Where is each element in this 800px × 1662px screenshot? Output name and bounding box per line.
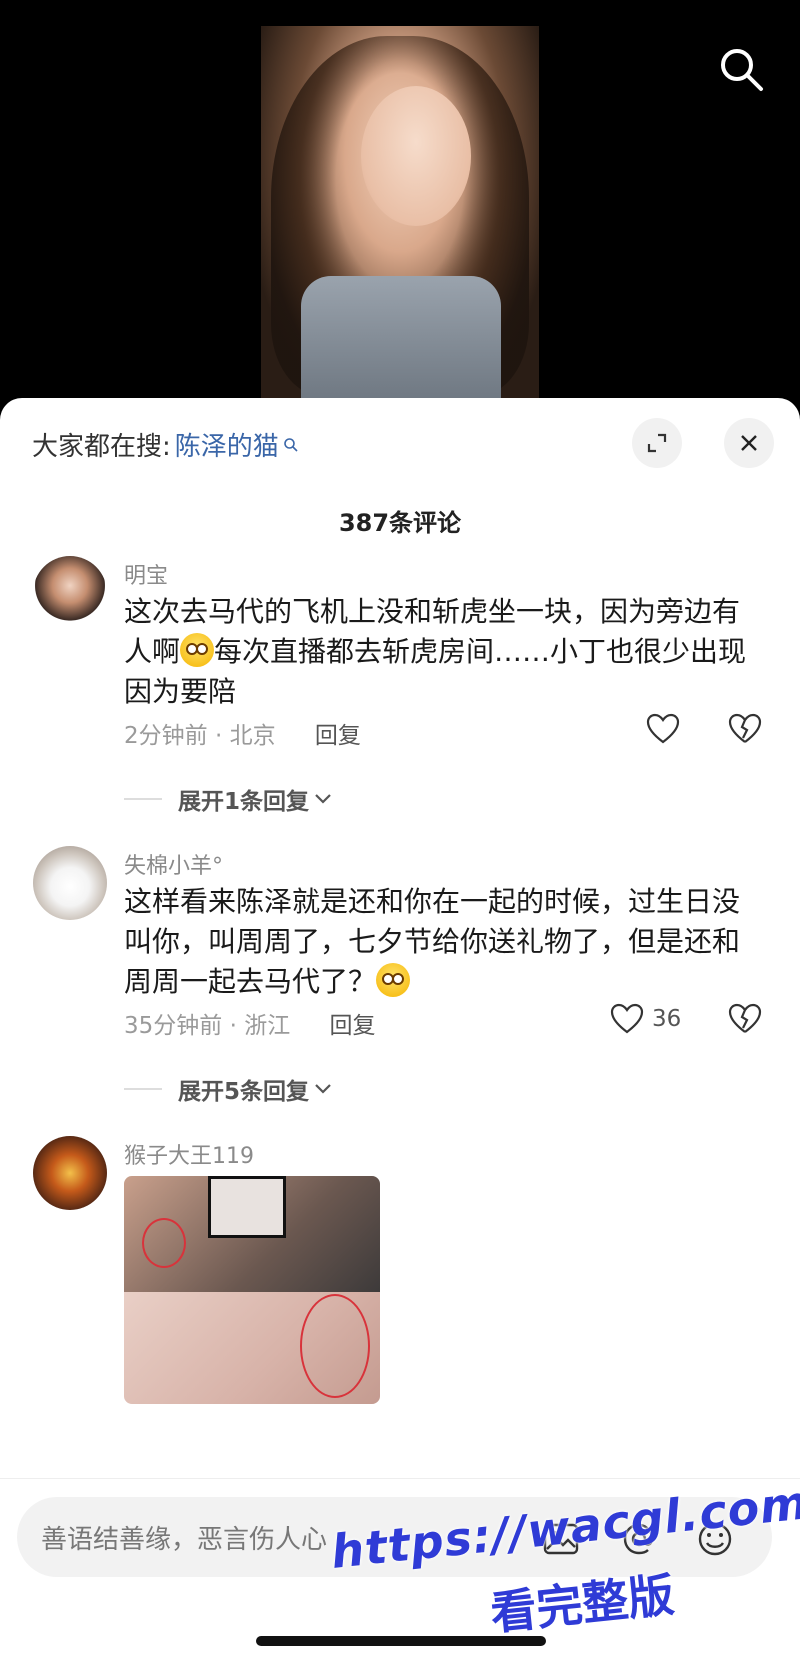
- divider-line: [124, 798, 162, 800]
- home-indicator[interactable]: [256, 1636, 546, 1646]
- reply-button[interactable]: 回复: [315, 723, 361, 749]
- expand-replies[interactable]: 展开1条回复: [124, 782, 333, 816]
- comment-username[interactable]: 明宝: [124, 558, 168, 590]
- like-count: 36: [652, 1006, 682, 1032]
- expand-replies-label: 展开1条回复: [178, 789, 310, 815]
- heart-icon[interactable]: [646, 713, 680, 745]
- search-icon[interactable]: [716, 44, 766, 94]
- comment-image-bottom: [124, 1292, 380, 1404]
- comment-time-location: 35分钟前 · 浙江: [124, 1013, 291, 1039]
- comment-username[interactable]: 猴子大王119: [124, 1138, 254, 1170]
- heart-icon[interactable]: [610, 1003, 644, 1035]
- close-button[interactable]: [724, 418, 774, 468]
- expand-icon: [647, 433, 667, 453]
- comment-text: 这样看来陈泽就是还和你在一起的时候，过生日没叫你，叫周周了，七夕节给你送礼物了，…: [124, 882, 754, 1002]
- photo-dress: [301, 276, 501, 398]
- reply-button[interactable]: 回复: [330, 1013, 376, 1039]
- expand-replies[interactable]: 展开5条回复: [124, 1072, 333, 1106]
- comment-text: 这次去马代的飞机上没和斩虎坐一块，因为旁边有人啊 每次直播都去斩虎房间……小丁也很…: [124, 592, 754, 712]
- comment-username[interactable]: 失棉小羊°: [124, 848, 223, 880]
- photo-face: [361, 86, 471, 226]
- comment-meta: 35分钟前 · 浙江 回复: [124, 1006, 376, 1040]
- avatar[interactable]: [33, 556, 107, 630]
- comment-image[interactable]: [124, 1176, 380, 1404]
- broken-heart-icon[interactable]: [728, 713, 762, 745]
- trending-prefix: 大家都在搜:: [32, 432, 171, 462]
- comment-time-location: 2分钟前 · 北京: [124, 723, 276, 749]
- video-photo[interactable]: [261, 26, 539, 398]
- comment-text-part: 每次直播都去斩虎房间……小丁也很少出现因为要陪: [124, 635, 747, 708]
- expand-button[interactable]: [632, 418, 682, 468]
- broken-heart-icon[interactable]: [728, 1003, 762, 1035]
- comment-count: 387条评论: [338, 509, 462, 537]
- avatar[interactable]: [33, 846, 107, 920]
- comment-image-top: [124, 1176, 380, 1292]
- divider-line: [124, 1088, 162, 1090]
- red-circle-mark: [300, 1294, 370, 1398]
- trending-search[interactable]: 大家都在搜: 陈泽的猫: [32, 426, 299, 463]
- chevron-down-icon: [315, 794, 331, 804]
- phone-screen: [208, 1176, 286, 1238]
- expand-replies-label: 展开5条回复: [178, 1079, 310, 1105]
- blush-emoji-icon: [180, 633, 215, 667]
- comment-text-part: 这样看来陈泽就是还和你在一起的时候，过生日没叫你，叫周周了，七夕节给你送礼物了，…: [124, 885, 741, 998]
- red-circle-mark: [142, 1218, 186, 1268]
- comments-sheet: 大家都在搜: 陈泽的猫 387条评论 明宝 这次去马代的飞机上没和斩虎坐一块，因…: [0, 398, 800, 1662]
- avatar[interactable]: [33, 1136, 107, 1210]
- input-placeholder: 善语结善缘，恶言伤人心: [41, 1525, 328, 1555]
- shocked-emoji-icon: [376, 963, 411, 997]
- chevron-down-icon: [315, 1084, 331, 1094]
- small-search-icon: [283, 437, 298, 452]
- comment-meta: 2分钟前 · 北京 回复: [124, 716, 361, 750]
- video-area: [0, 0, 800, 410]
- close-icon: [741, 435, 757, 451]
- trending-keyword[interactable]: 陈泽的猫: [175, 426, 279, 463]
